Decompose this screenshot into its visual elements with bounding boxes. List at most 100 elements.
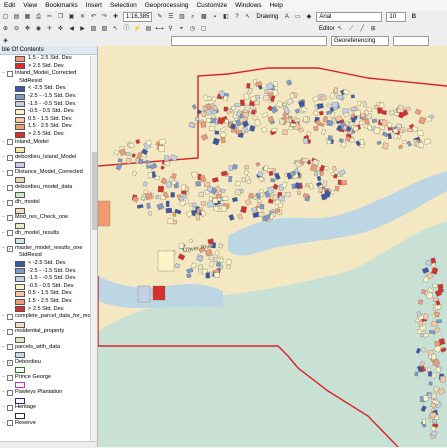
layer-dropdown[interactable] [171,35,327,46]
collapse-icon[interactable]: − [1,214,6,222]
font-size-box[interactable]: 10 [386,12,407,22]
forward-extent-icon[interactable]: ▶ [78,25,87,33]
georeferencing-layer-dropdown[interactable] [393,35,429,46]
open-icon[interactable]: ▤ [12,13,21,21]
select-features-icon[interactable]: ▨ [89,25,98,33]
menu-edit[interactable]: Edit [0,2,19,9]
layer-visibility-checkbox[interactable] [7,70,13,77]
paste-icon[interactable]: ▣ [67,13,76,21]
map-canvas[interactable]: Lower River [98,46,447,447]
model-builder-icon[interactable]: ◧ [221,13,230,21]
layer-visibility-checkbox[interactable] [7,139,13,146]
layer-visibility-checkbox[interactable] [7,313,13,320]
menu-view[interactable]: View [19,2,41,9]
text-tool-icon[interactable]: A [282,13,291,21]
layer-visibility-checkbox[interactable] [7,184,13,191]
straight-segment-icon[interactable]: ╱ [358,25,367,33]
menu-selection[interactable]: Selection [106,2,141,9]
table-of-contents-icon[interactable]: ☰ [166,13,175,21]
toc-layer-row[interactable]: − Mod_res_Check_one [1,214,97,222]
collapse-icon[interactable]: − [1,245,6,253]
help-icon[interactable]: ? [232,13,241,21]
collapse-icon[interactable]: − [1,139,6,147]
layer-visibility-checkbox[interactable]: ✓ [7,359,13,366]
measure-icon[interactable]: ⟷ [155,25,164,33]
zoom-out-icon[interactable]: ⊖ [12,25,21,33]
collapse-icon[interactable]: − [1,70,6,78]
zoom-in-icon[interactable]: ⊕ [1,25,10,33]
print-icon[interactable]: ⎙ [34,13,43,21]
collapse-icon[interactable]: − [1,374,6,382]
hyperlink-icon[interactable]: ⚡ [133,25,142,33]
menu-help[interactable]: Help [266,2,287,9]
font-name-box[interactable]: Arial [316,12,383,22]
layer-visibility-checkbox[interactable] [7,405,13,412]
toc-layer-row[interactable]: − residential_property [1,328,97,336]
html-popup-icon[interactable]: ▤ [144,25,153,33]
time-slider-icon[interactable]: ◷ [188,25,197,33]
layer-icon[interactable]: ◈ [1,37,10,45]
toc-layer-row[interactable]: − ✓ master_model_results_one [1,245,97,253]
toc-layer-row[interactable]: − dh_model [1,199,97,207]
full-extent-icon[interactable]: ◉ [34,25,43,33]
identify-icon[interactable]: ⓘ [122,25,131,33]
toc-layer-row[interactable]: − Inland_Model [1,139,97,147]
python-icon[interactable]: ▪ [210,13,219,21]
arctoolbox-icon[interactable]: ▩ [199,13,208,21]
collapse-icon[interactable]: − [1,359,6,367]
redo-icon[interactable]: ↷ [100,13,109,21]
collapse-icon[interactable]: − [1,420,6,428]
find-icon[interactable]: ⚲ [166,25,175,33]
collapse-icon[interactable]: − [1,389,6,397]
layer-visibility-checkbox[interactable] [7,215,13,222]
collapse-icon[interactable]: − [1,328,6,336]
collapse-icon[interactable]: − [1,169,6,177]
layer-visibility-checkbox[interactable] [7,374,13,381]
new-document-icon[interactable]: ▢ [1,13,10,21]
toc-layer-row[interactable]: − Pawleys Plantation [1,389,97,397]
copy-icon[interactable]: ❐ [56,13,65,21]
toc-layer-row[interactable]: − ✓ Debordieu [1,359,97,367]
toc-layer-row[interactable]: − Prince George [1,374,97,382]
go-to-xy-icon[interactable]: ⌖ [177,25,186,33]
menu-customize[interactable]: Customize [192,2,231,9]
pan-icon[interactable]: ✥ [23,25,32,33]
layer-visibility-checkbox[interactable] [7,230,13,237]
search-icon[interactable]: ⌕ [188,13,197,21]
create-viewer-icon[interactable]: ▢ [199,25,208,33]
toc-layer-row[interactable]: − Reserve [1,420,97,428]
georeferencing-menu[interactable]: Georeferencing [331,35,389,46]
fixed-zoom-out-icon[interactable]: ✜ [56,25,65,33]
layer-visibility-checkbox[interactable] [7,329,13,336]
menu-insert[interactable]: Insert [82,2,106,9]
rectangle-tool-icon[interactable]: ▭ [293,13,302,21]
drawing-menu[interactable]: Drawing [256,14,278,20]
toc-layer-row[interactable]: − debordieu_Island_Model [1,154,97,162]
select-pointer-icon[interactable]: ↖ [243,13,252,21]
layer-visibility-checkbox[interactable] [7,420,13,427]
edit-tool-icon[interactable]: ↖ [336,25,345,33]
collapse-icon[interactable]: − [1,313,6,321]
layer-visibility-checkbox[interactable] [7,200,13,207]
toc-layer-row[interactable]: − Distance_Model_Corrected [1,169,97,177]
catalog-icon[interactable]: ▥ [177,13,186,21]
toc-layer-row[interactable]: − complete_parcel_data_for_mo [1,313,97,321]
toc-scrollbar[interactable] [90,56,97,441]
toc-layer-row[interactable]: − Inland_Model_Corrected [1,70,97,78]
select-elements-icon[interactable]: ↖ [111,25,120,33]
collapse-icon[interactable]: − [1,154,6,162]
layer-visibility-checkbox[interactable] [7,169,13,176]
sketch-properties-icon[interactable]: ⊞ [369,25,378,33]
clear-selection-icon[interactable]: ▧ [100,25,109,33]
layer-visibility-checkbox[interactable] [7,344,13,351]
cut-icon[interactable]: ✂ [45,13,54,21]
add-data-icon[interactable]: ✚ [111,13,120,21]
editor-toolbar-icon[interactable]: ✎ [155,13,164,21]
toc-layer-row[interactable]: − parcels_with_data [1,344,97,352]
map-scale-box[interactable]: 1:16,385 [123,12,153,22]
collapse-icon[interactable]: − [1,184,6,192]
toc-layer-row[interactable]: − Heritage [1,404,97,412]
collapse-icon[interactable]: − [1,199,6,207]
bold-icon[interactable]: B [409,13,418,21]
delete-icon[interactable]: ✕ [78,13,87,21]
